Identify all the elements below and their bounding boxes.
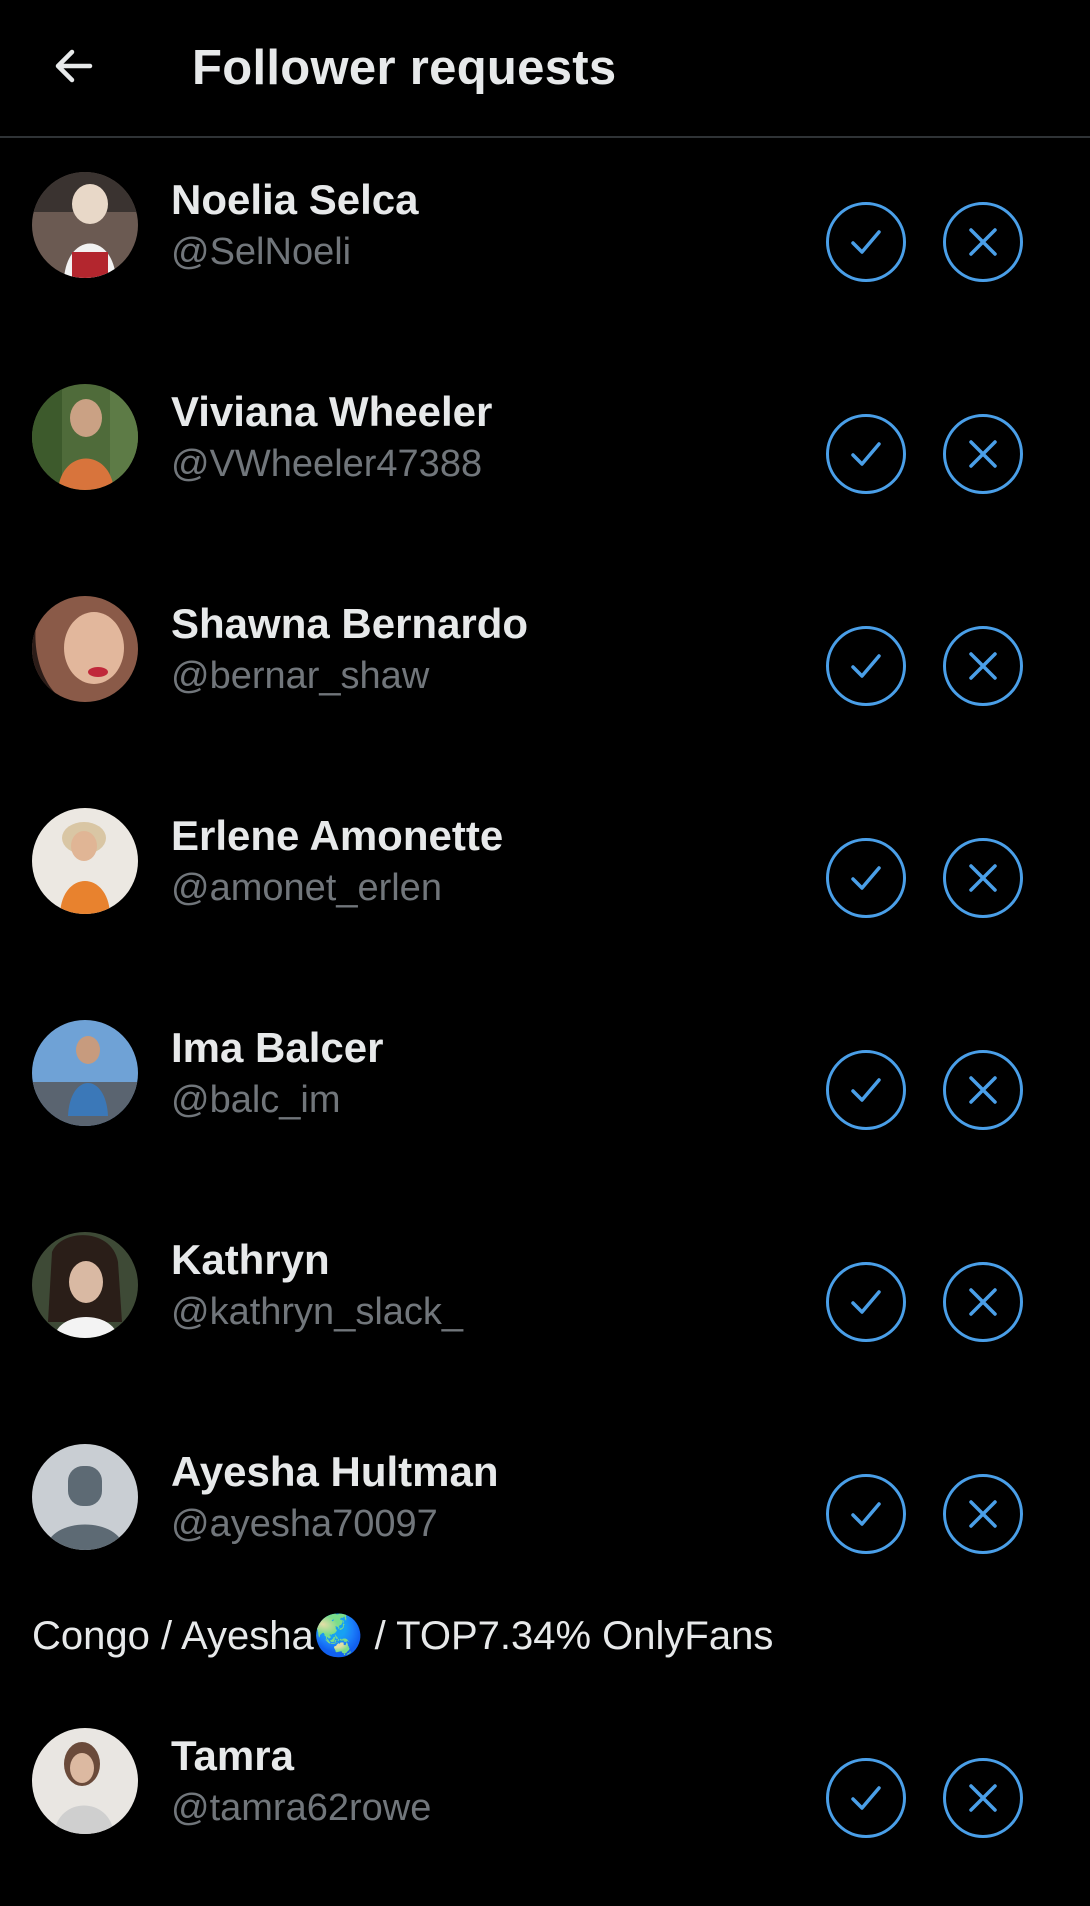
- check-icon: [851, 1078, 881, 1102]
- user-handle: @amonet_erlen: [171, 867, 442, 909]
- user-name[interactable]: Kathryn: [171, 1234, 330, 1286]
- decline-button[interactable]: [943, 1050, 1023, 1130]
- decline-button[interactable]: [943, 202, 1023, 282]
- follower-request-row: Kathryn @kathryn_slack_: [0, 1198, 1090, 1410]
- x-icon: [969, 440, 997, 468]
- avatar[interactable]: [32, 384, 138, 490]
- accept-button[interactable]: [826, 1474, 906, 1554]
- avatar[interactable]: [32, 1728, 138, 1834]
- page-title: Follower requests: [192, 41, 617, 95]
- check-icon: [851, 230, 881, 254]
- user-handle: @VWheeler47388: [171, 443, 483, 485]
- accept-button[interactable]: [826, 1262, 906, 1342]
- accept-button[interactable]: [826, 202, 906, 282]
- user-name[interactable]: Ayesha Hultman: [171, 1446, 499, 1498]
- follower-request-row: Ima Balcer @balc_im: [0, 986, 1090, 1198]
- user-handle: @kathryn_slack_: [171, 1291, 464, 1333]
- avatar[interactable]: [32, 172, 138, 278]
- check-icon: [851, 1786, 881, 1810]
- accept-button[interactable]: [826, 838, 906, 918]
- user-bio: Congo / Ayesha🌏 / TOP7.34% OnlyFans: [32, 1614, 774, 1658]
- decline-button[interactable]: [943, 1262, 1023, 1342]
- user-handle: @ayesha70097: [171, 1503, 438, 1545]
- decline-button[interactable]: [943, 626, 1023, 706]
- avatar[interactable]: [32, 596, 138, 702]
- follower-request-row: Shawna Bernardo @bernar_shaw: [0, 562, 1090, 774]
- avatar[interactable]: [32, 1444, 138, 1550]
- user-name[interactable]: Ima Balcer: [171, 1022, 383, 1074]
- x-icon: [969, 864, 997, 892]
- accept-button[interactable]: [826, 1050, 906, 1130]
- x-icon: [969, 228, 997, 256]
- user-name[interactable]: Noelia Selca: [171, 174, 418, 226]
- avatar[interactable]: [32, 808, 138, 914]
- user-name[interactable]: Erlene Amonette: [171, 810, 503, 862]
- x-icon: [969, 1076, 997, 1104]
- follower-request-row: Viviana Wheeler @VWheeler47388: [0, 350, 1090, 562]
- user-name[interactable]: Viviana Wheeler: [171, 386, 492, 438]
- x-icon: [969, 1288, 997, 1316]
- accept-button[interactable]: [826, 414, 906, 494]
- user-handle: @SelNoeli: [171, 231, 352, 273]
- follower-request-row: Erlene Amonette @amonet_erlen: [0, 774, 1090, 986]
- check-icon: [851, 442, 881, 466]
- x-icon: [969, 652, 997, 680]
- decline-button[interactable]: [943, 1474, 1023, 1554]
- user-name[interactable]: Tamra: [171, 1730, 294, 1782]
- arrow-left-icon: [55, 49, 93, 83]
- x-icon: [969, 1784, 997, 1812]
- avatar[interactable]: [32, 1232, 138, 1338]
- user-handle: @balc_im: [171, 1079, 341, 1121]
- check-icon: [851, 654, 881, 678]
- user-handle: @bernar_shaw: [171, 655, 430, 697]
- default-avatar-icon: [32, 1444, 138, 1550]
- user-name[interactable]: Shawna Bernardo: [171, 598, 528, 650]
- check-icon: [851, 1290, 881, 1314]
- follower-request-row: Ayesha Hultman @ayesha70097: [0, 1410, 1090, 1622]
- decline-button[interactable]: [943, 414, 1023, 494]
- follower-request-row: Tamra @tamra62rowe: [0, 1694, 1090, 1906]
- check-icon: [851, 866, 881, 890]
- back-button[interactable]: [44, 36, 104, 96]
- follower-request-row: Noelia Selca @SelNoeli: [0, 138, 1090, 350]
- top-bar: Follower requests: [0, 0, 1090, 138]
- user-handle: @tamra62rowe: [171, 1787, 432, 1829]
- check-icon: [851, 1502, 881, 1526]
- accept-button[interactable]: [826, 626, 906, 706]
- accept-button[interactable]: [826, 1758, 906, 1838]
- avatar[interactable]: [32, 1020, 138, 1126]
- decline-button[interactable]: [943, 838, 1023, 918]
- decline-button[interactable]: [943, 1758, 1023, 1838]
- x-icon: [969, 1500, 997, 1528]
